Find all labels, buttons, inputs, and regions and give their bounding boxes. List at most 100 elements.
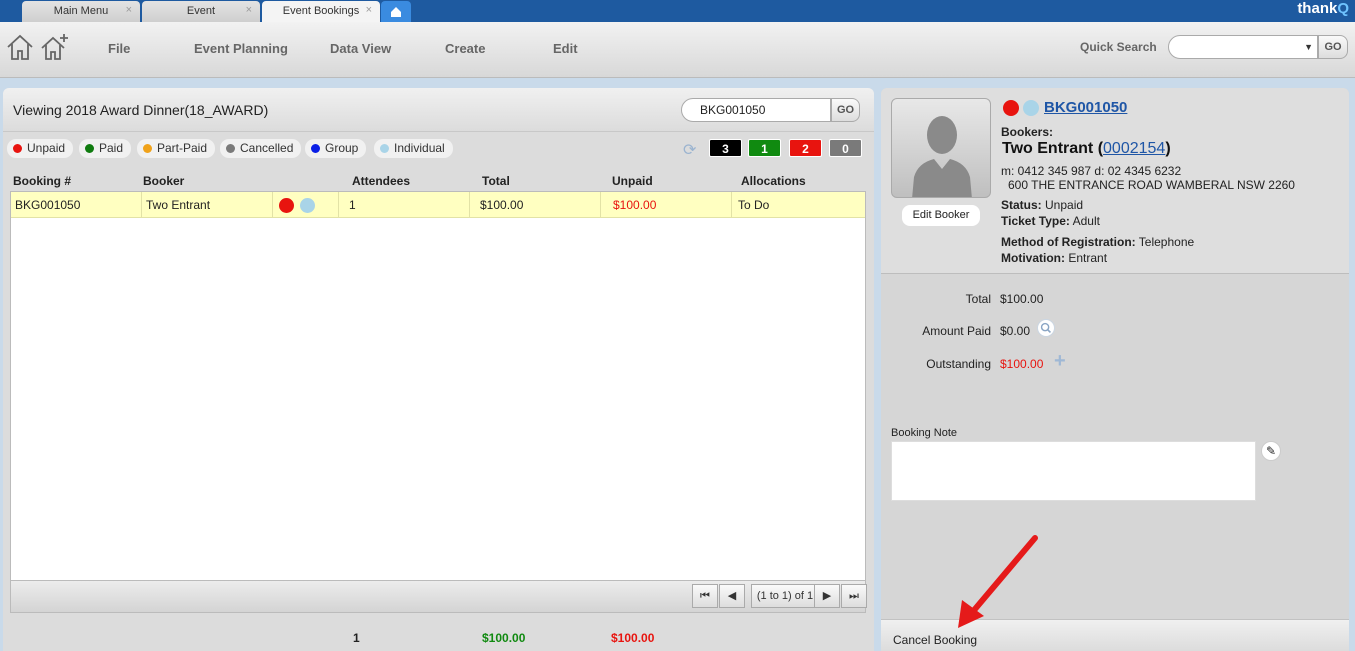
bookings-header: Viewing 2018 Award Dinner(18_AWARD) BKG0… <box>3 88 874 132</box>
home-icon <box>391 7 401 17</box>
bookings-table: BKG001050 Two Entrant 1 $100.00 $100.00 … <box>10 191 866 581</box>
page-title: Viewing 2018 Award Dinner(18_AWARD) <box>13 102 269 118</box>
col-allocations[interactable]: Allocations <box>741 174 806 188</box>
bookers-label: Bookers: <box>1001 125 1054 139</box>
unpaid-status-icon <box>279 198 294 214</box>
cell-attendees: 1 <box>339 192 470 218</box>
unpaid-status-icon <box>1003 100 1019 116</box>
col-attendees[interactable]: Attendees <box>352 174 410 188</box>
bookings-panel: Viewing 2018 Award Dinner(18_AWARD) BKG0… <box>3 88 874 651</box>
grid-header: Booking # Booker Attendees Total Unpaid … <box>10 170 866 192</box>
paid-dot-icon <box>85 144 94 153</box>
part-paid-dot-icon <box>143 144 152 153</box>
booker-contact: m: 0412 345 987 d: 02 4345 6232 <box>1001 164 1182 178</box>
legend-paid[interactable]: Paid <box>79 139 132 158</box>
table-row[interactable]: BKG001050 Two Entrant 1 $100.00 $100.00 … <box>11 192 865 218</box>
quick-search-go-button[interactable]: GO <box>1318 35 1348 59</box>
home-icon[interactable] <box>5 32 35 62</box>
counter-cancelled[interactable]: 0 <box>829 139 862 157</box>
counter-unpaid[interactable]: 2 <box>789 139 822 157</box>
tab-bar: Main Menu × Event × Event Bookings × tha… <box>0 0 1355 22</box>
registration-method-line: Method of Registration: Telephone <box>1001 235 1195 249</box>
cancel-booking-button[interactable]: Cancel Booking <box>893 633 977 647</box>
pager: ⏮ ◀ (1 to 1) of 1 ▶ ⏭ <box>10 581 867 613</box>
booker-name: Two Entrant (0002154) <box>1002 140 1171 157</box>
menu-bar: File Event Planning Data View Create Edi… <box>0 22 1355 78</box>
total-amount: $100.00 <box>482 631 526 645</box>
col-booker[interactable]: Booker <box>143 174 184 188</box>
individual-status-icon <box>300 198 315 214</box>
booking-search-go-button[interactable]: GO <box>831 98 860 122</box>
quick-search-select[interactable]: ▼ <box>1168 35 1318 59</box>
tab-label: Main Menu <box>53 5 109 17</box>
booking-search-input[interactable]: BKG001050 <box>681 98 831 122</box>
brand-logo: thankQ <box>1297 0 1349 17</box>
next-page-button[interactable]: ▶ <box>814 584 840 608</box>
legend-individual[interactable]: Individual <box>374 139 453 158</box>
menu-file[interactable]: File <box>108 41 130 56</box>
home-tab[interactable] <box>381 1 411 22</box>
individual-dot-icon <box>380 144 389 153</box>
individual-status-icon <box>1023 100 1039 116</box>
add-payment-icon[interactable]: + <box>1054 351 1066 371</box>
add-home-icon[interactable] <box>40 32 70 62</box>
booking-note-label: Booking Note <box>891 427 958 439</box>
col-total[interactable]: Total <box>482 174 510 188</box>
counter-paid[interactable]: 1 <box>748 139 781 157</box>
close-icon[interactable]: × <box>126 4 132 16</box>
col-unpaid[interactable]: Unpaid <box>612 174 653 188</box>
menu-edit[interactable]: Edit <box>553 41 578 56</box>
cell-unpaid: $100.00 <box>601 192 732 218</box>
tab-label: Event <box>186 5 216 17</box>
col-booking[interactable]: Booking # <box>13 174 71 188</box>
annotation-arrow-icon <box>958 535 1038 628</box>
legend-part-paid[interactable]: Part-Paid <box>137 139 216 158</box>
first-page-button[interactable]: ⏮ <box>692 584 718 608</box>
last-page-button[interactable]: ⏭ <box>841 584 867 608</box>
total-value: $100.00 <box>1000 292 1044 306</box>
booker-summary: Edit Booker BKG001050 Bookers: Two Entra… <box>881 88 1349 274</box>
booker-id-link[interactable]: 0002154 <box>1103 140 1165 157</box>
group-dot-icon <box>311 144 320 153</box>
status-line: Status: Unpaid <box>1001 198 1084 212</box>
close-icon[interactable]: × <box>246 4 252 16</box>
legend-group[interactable]: Group <box>305 139 367 158</box>
edit-note-icon[interactable]: ✎ <box>1261 441 1281 461</box>
refresh-icon[interactable]: ⟳ <box>683 140 696 160</box>
prev-page-button[interactable]: ◀ <box>719 584 745 608</box>
edit-booker-button[interactable]: Edit Booker <box>902 205 980 226</box>
close-icon[interactable]: × <box>366 4 372 16</box>
cancelled-dot-icon <box>226 144 235 153</box>
menu-event-planning[interactable]: Event Planning <box>194 41 288 56</box>
search-icon[interactable] <box>1037 319 1055 337</box>
cell-booker: Two Entrant <box>142 192 273 218</box>
outstanding-label: Outstanding <box>926 357 991 371</box>
total-label: Total <box>965 292 991 306</box>
motivation-line: Motivation: Entrant <box>1001 251 1108 265</box>
tab-event[interactable]: Event × <box>142 1 260 22</box>
cell-booking: BKG001050 <box>11 192 142 218</box>
quick-search-label: Quick Search <box>1080 40 1157 54</box>
booker-address: 600 THE ENTRANCE ROAD WAMBERAL NSW 2260 <box>1008 178 1295 192</box>
total-attendees: 1 <box>353 631 360 645</box>
menu-data-view[interactable]: Data View <box>330 41 391 56</box>
booking-id-link[interactable]: BKG001050 <box>1044 99 1127 116</box>
person-icon <box>912 116 972 197</box>
counter-total[interactable]: 3 <box>709 139 742 157</box>
avatar <box>891 98 991 198</box>
page-info: (1 to 1) of 1 <box>751 584 819 608</box>
chevron-down-icon: ▼ <box>1304 42 1313 52</box>
outstanding-value: $100.00 <box>1000 357 1044 371</box>
menu-create[interactable]: Create <box>445 41 485 56</box>
cell-status <box>273 192 339 218</box>
legend-unpaid[interactable]: Unpaid <box>7 139 74 158</box>
cell-total: $100.00 <box>470 192 601 218</box>
tab-main-menu[interactable]: Main Menu × <box>22 1 140 22</box>
total-unpaid: $100.00 <box>611 631 655 645</box>
amount-paid-label: Amount Paid <box>922 324 991 338</box>
booking-note-field[interactable] <box>891 441 1256 501</box>
amount-paid-value: $0.00 <box>1000 324 1031 338</box>
legend-cancelled[interactable]: Cancelled <box>220 139 302 158</box>
tab-event-bookings[interactable]: Event Bookings × <box>262 1 380 22</box>
unpaid-dot-icon <box>13 144 22 153</box>
